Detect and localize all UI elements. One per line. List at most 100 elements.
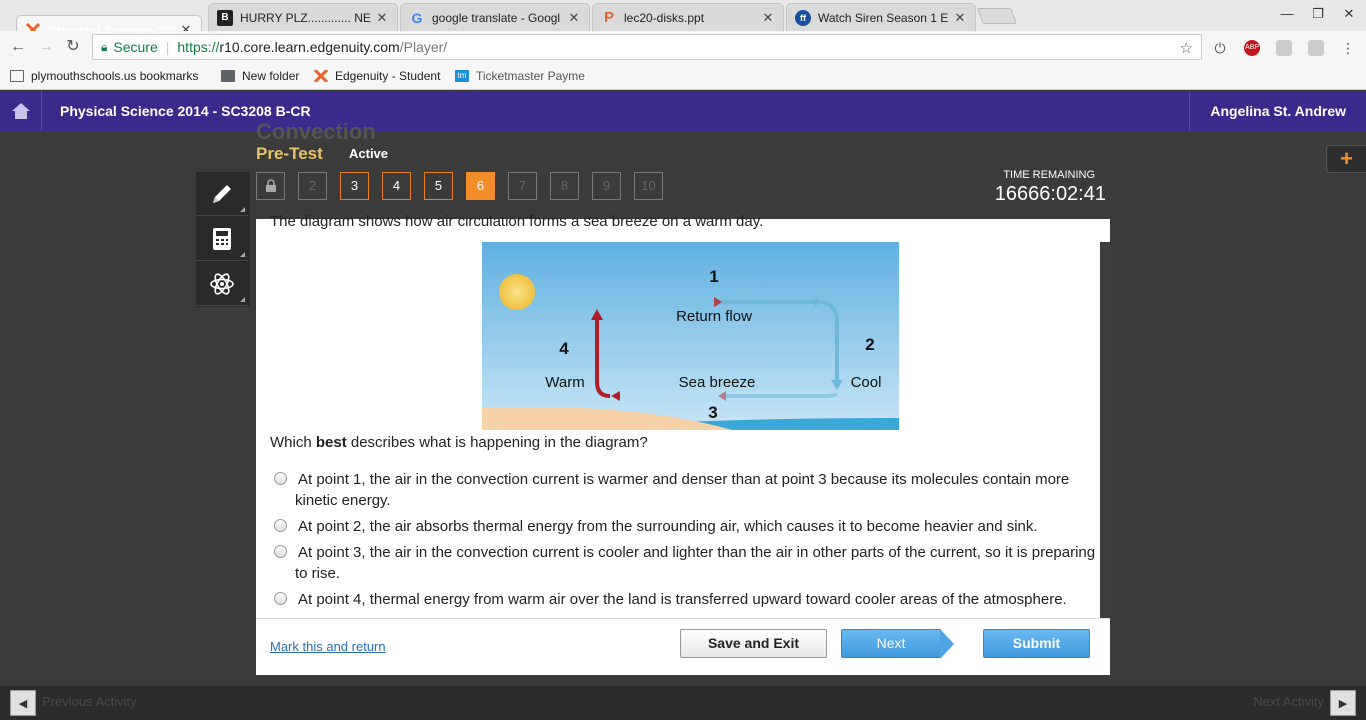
tab-title: Watch Siren Season 1 Ep [818, 10, 949, 25]
bookmark-item[interactable]: plymouthschools.us bookmarks [10, 69, 198, 83]
sun-icon [499, 274, 535, 310]
radio-button[interactable] [274, 592, 287, 605]
menu-icon[interactable]: ⋮ [1340, 40, 1356, 56]
close-icon[interactable]: ✕ [953, 10, 967, 26]
browser-tab-5[interactable]: ff Watch Siren Season 1 Ep ✕ [786, 3, 976, 31]
caret-left-icon: ◀ [18, 697, 28, 710]
bookmark-item[interactable]: Edgenuity - Student [313, 68, 440, 84]
bookmark-item[interactable]: New folder [221, 69, 299, 83]
restore-icon[interactable]: ❐ [1309, 6, 1327, 22]
sea-breeze-diagram: 1 Return flow 2 Cool 4 Warm Sea breeze 3 [482, 242, 899, 430]
bookmark-item[interactable]: tm Ticketmaster Payme [455, 69, 585, 83]
diagram-sea-breeze: Sea breeze [679, 374, 756, 391]
close-icon[interactable]: ✕ [375, 10, 389, 26]
extension-icon[interactable] [1308, 40, 1324, 56]
answer-option-4[interactable]: At point 4, thermal energy from warm air… [270, 589, 1100, 610]
answer-option-1[interactable]: At point 1, the air in the convection cu… [270, 469, 1100, 511]
home-icon [11, 103, 30, 119]
question-nav-9[interactable]: 9 [592, 172, 621, 200]
atom-icon [210, 272, 234, 295]
radio-button[interactable] [274, 519, 287, 532]
brainly-icon: B [217, 9, 233, 26]
forward-icon[interactable]: → [36, 37, 56, 57]
power-icon[interactable]: ⏻ [1212, 40, 1228, 56]
reload-icon[interactable]: ↻ [63, 37, 83, 57]
url-host: r10.core.learn.edgenuity.com [219, 39, 400, 55]
url-path: /Player/ [399, 39, 448, 55]
browser-tab-4[interactable]: P lec20-disks.ppt ✕ [592, 3, 784, 31]
question-nav-5[interactable]: 5 [424, 172, 453, 200]
browser-tab-2[interactable]: B HURRY PLZ............. NEED ✕ [208, 3, 398, 31]
question-nav-3[interactable]: 3 [340, 172, 369, 200]
flow-arrow-bottom [722, 392, 839, 398]
close-window-icon[interactable]: ✕ [1340, 6, 1358, 22]
mark-and-return-link[interactable]: Mark this and return [270, 639, 386, 654]
answer-text: At point 4, thermal energy from warm air… [298, 591, 1067, 608]
back-icon[interactable]: ← [8, 37, 28, 57]
bookmark-star-icon[interactable]: ☆ [1180, 39, 1193, 57]
diagram-label-3: 3 [708, 403, 717, 422]
scrollbar[interactable] [1100, 242, 1110, 618]
tab-title: HURRY PLZ............. NEED [240, 10, 371, 25]
question-nav-7[interactable]: 7 [508, 172, 537, 200]
home-button[interactable] [0, 91, 42, 131]
next-button[interactable]: Next [841, 629, 954, 659]
radio-button[interactable] [274, 545, 287, 558]
divider: | [165, 39, 170, 55]
next-activity-button[interactable]: ▶ [1330, 690, 1356, 716]
question-nav-8[interactable]: 8 [550, 172, 579, 200]
radio-button[interactable] [274, 472, 287, 485]
activity-title: Convection [256, 119, 376, 144]
diagram-label-2: 2 [865, 335, 874, 354]
powerpoint-icon: P [603, 9, 614, 26]
submit-button[interactable]: Submit [983, 629, 1090, 658]
close-icon[interactable]: ✕ [567, 10, 581, 26]
secure-label: Secure [113, 39, 158, 55]
ff-icon: ff [795, 9, 811, 26]
browser-tab-strip: Physical Science 2014 - ✕ B HURRY PLZ...… [0, 0, 1366, 44]
bookmark-label: plymouthschools.us bookmarks [31, 69, 199, 83]
periodic-table-tool[interactable] [196, 262, 248, 306]
adblock-icon[interactable]: ABP [1244, 40, 1260, 56]
answer-option-2[interactable]: At point 2, the air absorbs thermal ener… [270, 516, 1100, 537]
address-bar[interactable]: 🔒︎ Secure | https:// r10.core.learn.edge… [92, 34, 1202, 60]
diagram-label-4: 4 [559, 339, 569, 358]
extension-icon[interactable] [1276, 40, 1292, 56]
user-name[interactable]: Angelina St. Andrew [1189, 91, 1366, 131]
question-nav-2[interactable]: 2 [298, 172, 327, 200]
question-footer: Mark this and return Save and Exit Next … [256, 618, 1110, 675]
question-nav-10[interactable]: 10 [634, 172, 663, 200]
adblock-label: ABP [1244, 44, 1259, 51]
lock-icon [265, 179, 276, 192]
diagram-cool: Cool [851, 374, 882, 391]
time-remaining-value: 16666:02:41 [994, 183, 1106, 205]
tab-title: google translate - Googl [432, 10, 561, 25]
google-icon: G [411, 9, 423, 26]
bookmark-label: New folder [242, 69, 300, 83]
question-panel: The diagram shows how air circulation fo… [256, 213, 1110, 675]
close-icon[interactable]: ✕ [761, 10, 775, 26]
course-title: Physical Science 2014 - SC3208 B-CR [60, 103, 311, 119]
previous-activity-label: Previous Activity [42, 694, 137, 709]
previous-activity-button[interactable]: ◀ [10, 690, 36, 716]
new-tab-button[interactable] [977, 8, 1017, 24]
diagram-label-1: 1 [709, 267, 718, 286]
ticketmaster-icon: tm [455, 70, 469, 82]
diagram-return-flow: Return flow [676, 308, 752, 325]
question-nav-locked[interactable] [256, 172, 285, 200]
minimize-icon[interactable]: — [1278, 6, 1296, 21]
url-scheme: https:// [177, 39, 220, 55]
expand-plus-button[interactable]: + [1326, 145, 1366, 173]
bookmark-label: Ticketmaster Payme [476, 69, 585, 83]
question-nav-4[interactable]: 4 [382, 172, 411, 200]
edgenuity-x-icon [313, 68, 329, 84]
calculator-tool[interactable] [196, 217, 248, 261]
activity-type: Pre-Test [256, 144, 323, 163]
time-remaining-label: TIME REMAINING [1003, 169, 1095, 181]
question-nav-6[interactable]: 6 [466, 172, 495, 200]
answer-option-3[interactable]: At point 3, the air in the convection cu… [270, 542, 1100, 584]
pencil-tool[interactable] [196, 172, 248, 216]
save-and-exit-button[interactable]: Save and Exit [680, 629, 827, 658]
question-prefix: Which [270, 434, 316, 451]
browser-tab-3[interactable]: G google translate - Googl ✕ [400, 3, 590, 31]
